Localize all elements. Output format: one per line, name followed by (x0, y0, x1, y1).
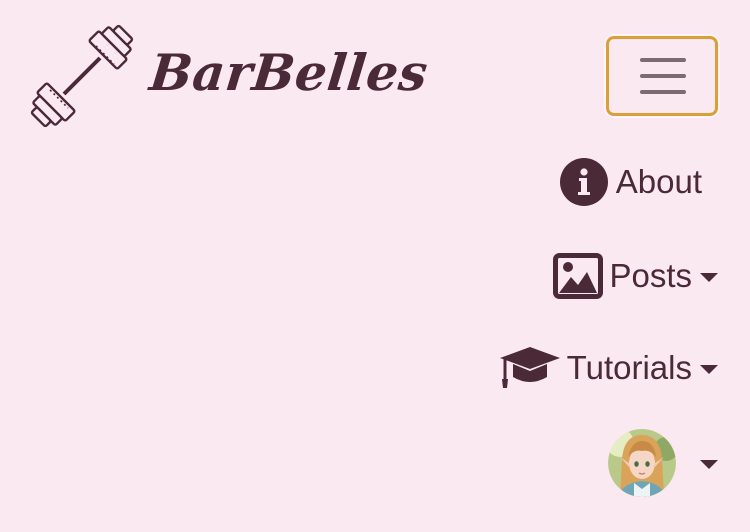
hamburger-menu-icon-bar-3 (640, 90, 686, 94)
info-circle-icon (559, 158, 608, 206)
user-avatar (608, 429, 676, 497)
nav-item-posts[interactable]: Posts (553, 248, 718, 304)
navbar: BarBelles About Posts Tutorials (0, 0, 750, 532)
nav-item-about-label: About (615, 163, 702, 200)
nav-item-about[interactable]: About (559, 154, 702, 210)
brand-link[interactable]: BarBelles (30, 22, 431, 130)
image-icon (553, 253, 604, 299)
nav-item-tutorials[interactable]: Tutorials (499, 340, 718, 396)
nav-item-posts-label: Posts (609, 257, 692, 294)
chevron-down-icon (700, 272, 718, 282)
nav-item-user-menu[interactable] (608, 428, 718, 498)
chevron-down-icon (700, 459, 718, 469)
barbell-icon (30, 24, 134, 128)
navbar-toggler-button[interactable] (606, 36, 718, 116)
brand-name: BarBelles (146, 43, 431, 102)
chevron-down-icon (700, 364, 718, 374)
hamburger-menu-icon-bar-2 (640, 74, 686, 78)
graduation-cap-icon (499, 345, 561, 391)
hamburger-menu-icon (640, 58, 686, 62)
nav-item-tutorials-label: Tutorials (566, 349, 692, 386)
